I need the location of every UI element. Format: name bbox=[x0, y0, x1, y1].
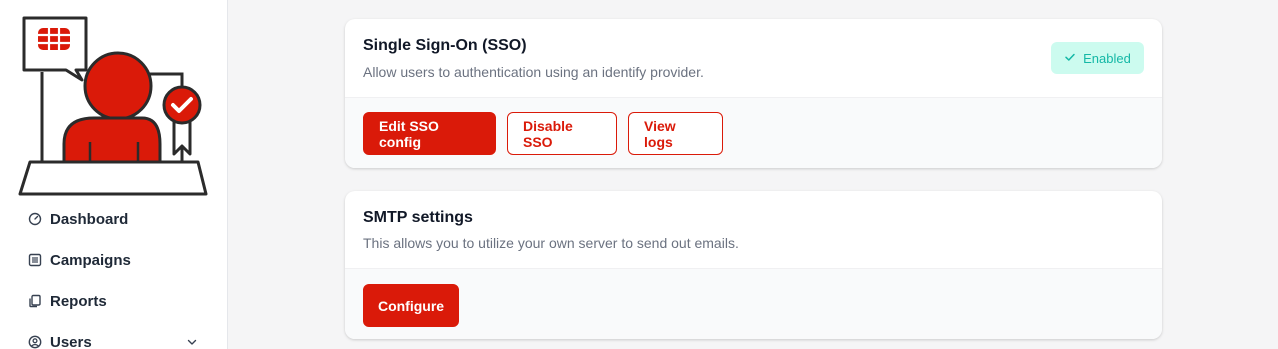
columns-icon bbox=[28, 253, 42, 267]
sidebar-item-label: Reports bbox=[50, 292, 107, 310]
edit-sso-config-button[interactable]: Edit SSO config bbox=[363, 112, 496, 155]
smtp-description: This allows you to utilize your own serv… bbox=[363, 235, 739, 251]
view-logs-button[interactable]: View logs bbox=[628, 112, 723, 155]
user-certificate-logo-icon bbox=[18, 16, 208, 196]
sidebar-item-label: Dashboard bbox=[50, 210, 129, 228]
smtp-title: SMTP settings bbox=[363, 209, 473, 226]
check-icon bbox=[1064, 51, 1076, 66]
copy-icon bbox=[28, 294, 42, 308]
sidebar-item-campaigns[interactable]: Campaigns bbox=[28, 248, 204, 272]
disable-sso-button[interactable]: Disable SSO bbox=[507, 112, 617, 155]
gauge-icon bbox=[28, 212, 42, 226]
chevron-down-icon[interactable] bbox=[186, 335, 198, 347]
sidebar-item-reports[interactable]: Reports bbox=[28, 289, 204, 313]
sso-description: Allow users to authentication using an i… bbox=[363, 64, 704, 80]
smtp-card: SMTP settings This allows you to utilize… bbox=[345, 191, 1162, 339]
sso-actions: Edit SSO config Disable SSO View logs bbox=[345, 97, 1162, 168]
sidebar-item-dashboard[interactable]: Dashboard bbox=[28, 207, 204, 231]
sso-title: Single Sign-On (SSO) bbox=[363, 37, 527, 54]
sidebar-item-label: Users bbox=[50, 333, 92, 349]
sidebar: Dashboard Campaigns Reports Users bbox=[0, 0, 228, 349]
user-circle-icon bbox=[28, 335, 42, 349]
status-badge: Enabled bbox=[1051, 42, 1144, 74]
sidebar-item-label: Campaigns bbox=[50, 251, 131, 269]
sso-card: Single Sign-On (SSO) Allow users to auth… bbox=[345, 19, 1162, 168]
status-badge-label: Enabled bbox=[1083, 50, 1131, 66]
configure-button[interactable]: Configure bbox=[363, 284, 459, 327]
sidebar-item-users[interactable]: Users bbox=[28, 330, 204, 349]
smtp-actions: Configure bbox=[345, 268, 1162, 339]
